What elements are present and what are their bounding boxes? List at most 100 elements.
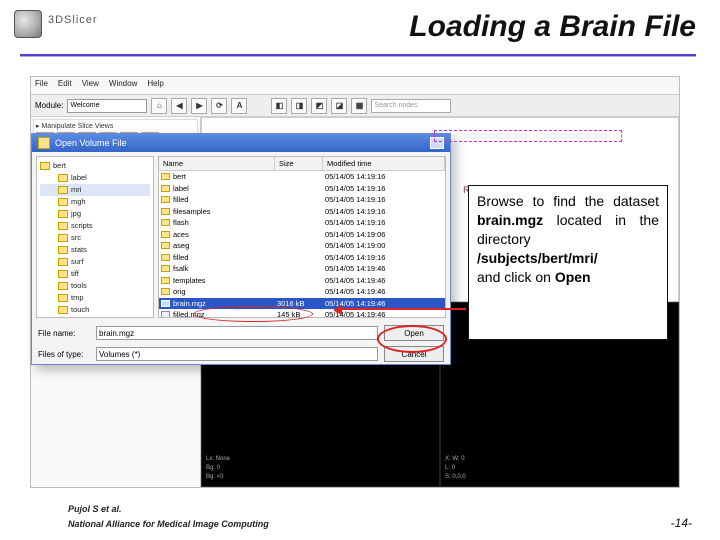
file-name: orig	[173, 287, 277, 296]
filename-input[interactable]	[96, 326, 378, 340]
col-modified[interactable]: Modified time	[323, 157, 445, 170]
module-dropdown[interactable]: Welcome	[67, 99, 147, 113]
file-row[interactable]: bert05/14/05 14:19:16	[159, 171, 445, 183]
folder-icon	[38, 137, 50, 149]
folder-tree[interactable]: bert label mri mgh jpg scripts src stats…	[36, 156, 154, 318]
home-icon[interactable]: ⌂	[151, 98, 167, 114]
folder-icon	[161, 208, 170, 215]
tree-node[interactable]: surf	[40, 256, 150, 268]
forward-icon[interactable]: ▶	[191, 98, 207, 114]
file-row[interactable]: flash05/14/05 14:19:16	[159, 217, 445, 229]
file-name: filled.mgz	[173, 310, 277, 317]
file-mtime: 05/14/05 14:19:46	[325, 264, 445, 273]
tree-node[interactable]: scripts	[40, 220, 150, 232]
tree-node-selected[interactable]: mri	[40, 184, 150, 196]
tree-node[interactable]: touch	[40, 304, 150, 316]
tree-node[interactable]: label	[40, 172, 150, 184]
file-row[interactable]: fsalk 05/14/05 14:19:46	[159, 263, 445, 275]
tree-node[interactable]: tools	[40, 280, 150, 292]
layout-4-icon[interactable]: ◪	[331, 98, 347, 114]
folder-icon	[161, 265, 170, 272]
folder-icon	[40, 162, 50, 170]
file-mtime: 05/14/05 14:19:16	[325, 184, 445, 193]
layout-2-icon[interactable]: ◨	[291, 98, 307, 114]
dialog-titlebar[interactable]: Open Volume File	[32, 134, 450, 152]
open-volume-dialog: Open Volume File bert label mri mgh jpg …	[31, 133, 451, 365]
file-mtime: 05/14/05 14:19:16	[325, 195, 445, 204]
tree-node[interactable]: tmp	[40, 292, 150, 304]
section-slice-views: ▸ Manipulate Slice Views	[36, 122, 195, 130]
callout-open-word: Open	[555, 269, 591, 285]
layout-5-icon[interactable]: ▦	[351, 98, 367, 114]
folder-icon	[161, 231, 170, 238]
tree-node[interactable]: stats	[40, 244, 150, 256]
file-row[interactable]: aseg05/14/05 14:19:00	[159, 240, 445, 252]
file-mtime: 05/14/05 14:19:46	[325, 299, 445, 308]
tree-node[interactable]: src	[40, 232, 150, 244]
file-name: filesamples	[173, 207, 277, 216]
file-row[interactable]: aces05/14/05 14:19:06	[159, 229, 445, 241]
menu-window[interactable]: Window	[109, 79, 137, 92]
folder-icon	[58, 258, 68, 266]
file-size: 145 kB	[277, 310, 325, 317]
file-row[interactable]: templates 05/14/05 14:19:46	[159, 275, 445, 287]
layout-1-icon[interactable]: ◧	[271, 98, 287, 114]
folder-icon	[161, 254, 170, 261]
page-number: -14-	[671, 516, 692, 530]
filename-label: File name:	[38, 329, 90, 338]
menu-view[interactable]: View	[82, 79, 99, 92]
footer-author: Pujol S et al.	[68, 502, 269, 517]
folder-icon	[58, 222, 68, 230]
back-icon[interactable]: ◀	[171, 98, 187, 114]
callout-path: /subjects/bert/mri/	[477, 250, 598, 266]
tree-node[interactable]: jpg	[40, 208, 150, 220]
callout-text: and click on	[477, 269, 555, 285]
tree-node[interactable]: mgh	[40, 196, 150, 208]
file-row[interactable]: orig05/14/05 14:19:46	[159, 286, 445, 298]
open-button[interactable]: Open	[384, 325, 444, 341]
file-row[interactable]: filled05/14/05 14:19:16	[159, 252, 445, 264]
letter-a-icon[interactable]: A	[231, 98, 247, 114]
refresh-icon[interactable]: ⟳	[211, 98, 227, 114]
file-name: aseg	[173, 241, 277, 250]
folder-icon	[58, 246, 68, 254]
title-rule	[20, 54, 696, 57]
tree-node[interactable]: bert	[40, 160, 150, 172]
file-row[interactable]: filled05/14/05 14:19:16	[159, 194, 445, 206]
filetype-dropdown[interactable]	[96, 347, 378, 361]
menubar[interactable]: File Edit View Window Help	[31, 77, 679, 95]
folder-icon	[58, 270, 68, 278]
folder-icon	[161, 173, 170, 180]
file-list[interactable]: Name Size Modified time bert05/14/05 14:…	[158, 156, 446, 318]
file-name: templates	[173, 276, 277, 285]
col-name[interactable]: Name	[159, 157, 275, 170]
slide-header: 3DSlicer Loading a Brain File	[0, 0, 720, 70]
folder-icon	[161, 242, 170, 249]
file-mtime: 05/14/05 14:19:46	[325, 310, 445, 317]
file-name: fsalk	[173, 264, 277, 273]
file-row[interactable]: filesamples05/14/05 14:19:16	[159, 206, 445, 218]
folder-icon	[161, 277, 170, 284]
folder-icon	[161, 288, 170, 295]
file-row[interactable]: brain.mgz3016 kB05/14/05 14:19:46	[159, 298, 445, 310]
file-mtime: 05/14/05 14:19:06	[325, 230, 445, 239]
logo-text: 3DSlicer	[48, 14, 98, 26]
folder-icon	[58, 210, 68, 218]
menu-edit[interactable]: Edit	[58, 79, 72, 92]
file-mtime: 05/14/05 14:19:46	[325, 276, 445, 285]
file-icon	[161, 300, 170, 307]
folder-icon	[161, 185, 170, 192]
tree-node[interactable]: tiff	[40, 268, 150, 280]
col-size[interactable]: Size	[275, 157, 323, 170]
file-row[interactable]: filled.mgz145 kB05/14/05 14:19:46	[159, 309, 445, 317]
file-row[interactable]: label05/14/05 14:19:16	[159, 183, 445, 195]
menu-help[interactable]: Help	[147, 79, 163, 92]
folder-icon	[161, 219, 170, 226]
folder-icon	[58, 186, 68, 194]
cancel-button[interactable]: Cancel	[384, 346, 444, 362]
layout-3-icon[interactable]: ◩	[311, 98, 327, 114]
file-list-header[interactable]: Name Size Modified time	[159, 157, 445, 171]
search-input[interactable]: Search nodes	[371, 99, 451, 113]
menu-file[interactable]: File	[35, 79, 48, 92]
file-size: 3016 kB	[277, 299, 325, 308]
